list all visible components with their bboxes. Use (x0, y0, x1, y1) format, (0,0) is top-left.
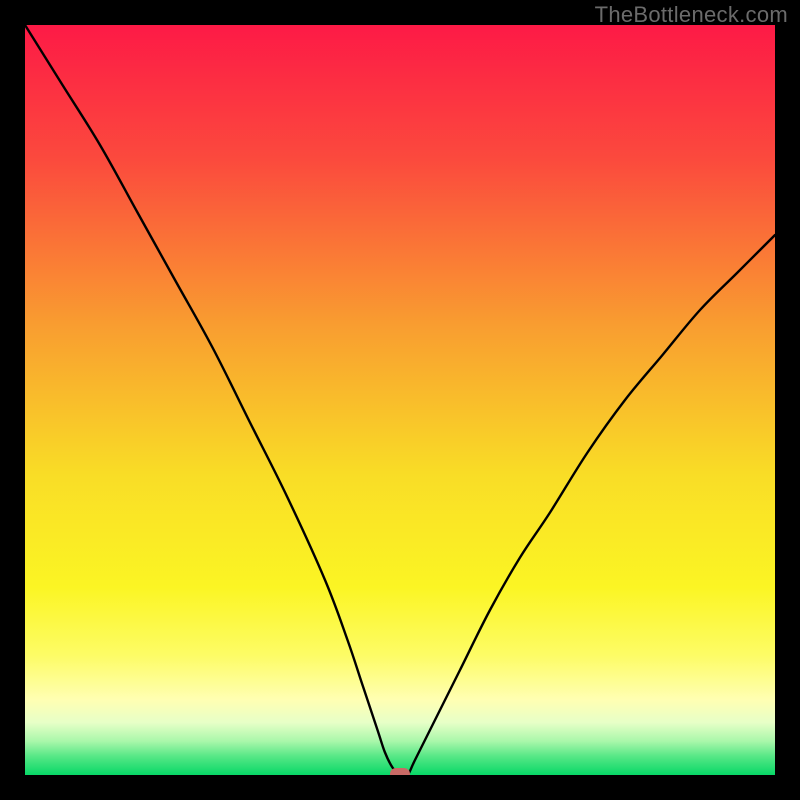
curve-layer (25, 25, 775, 775)
chart-frame: TheBottleneck.com (0, 0, 800, 800)
optimum-marker (390, 768, 410, 775)
plot-area (25, 25, 775, 775)
bottleneck-curve (25, 25, 775, 775)
